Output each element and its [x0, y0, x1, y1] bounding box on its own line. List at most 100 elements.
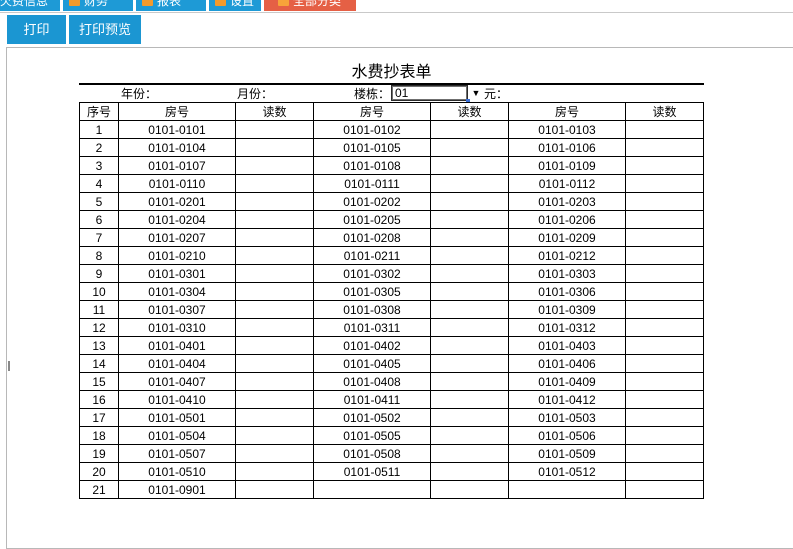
tab-settings[interactable]: 设置 [209, 0, 261, 11]
cell-room: 0101-0504 [118, 426, 236, 445]
cell-reading [625, 336, 704, 355]
cell-room: 0101-0502 [313, 408, 431, 427]
cell-room: 0101-0204 [118, 210, 236, 229]
cell-index: 19 [79, 444, 119, 463]
folder-icon [142, 0, 153, 7]
print-button[interactable]: 打印 [7, 15, 66, 44]
cell-index: 15 [79, 372, 119, 391]
cell-reading [625, 228, 704, 247]
table-row: 17 0101-0501 0101-0502 0101-0503 [79, 408, 704, 427]
cell-index: 9 [79, 264, 119, 283]
cell-reading [625, 390, 704, 409]
tab-all-categories[interactable]: 全部分类 [264, 0, 356, 11]
cell-room: 0101-0109 [508, 156, 626, 175]
cell-reading [235, 444, 314, 463]
cell-index: 10 [79, 282, 119, 301]
chevron-down-icon[interactable]: ▼ [469, 85, 483, 101]
cell-reading [235, 246, 314, 265]
month-label: 月份： [237, 87, 274, 101]
cell-reading [430, 480, 509, 499]
table-row: 16 0101-0410 0101-0411 0101-0412 [79, 390, 704, 409]
cell-room: 0101-0110 [118, 174, 236, 193]
cell-room: 0101-0103 [508, 120, 626, 139]
cell-reading [235, 138, 314, 157]
cell-room: 0101-0308 [313, 300, 431, 319]
cell-reading [235, 390, 314, 409]
cell-index: 13 [79, 336, 119, 355]
building-select-value[interactable]: 01 [391, 85, 468, 101]
cell-room: 0101-0411 [313, 390, 431, 409]
cell-room: 0101-0301 [118, 264, 236, 283]
cell-reading [430, 354, 509, 373]
tab-strip: 欠费信息 财务 报表 设置 全部分类 [0, 0, 793, 13]
cell-reading [235, 426, 314, 445]
cell-reading [625, 246, 704, 265]
tab-finance[interactable]: 财务 [63, 0, 133, 11]
cell-room: 0101-0507 [118, 444, 236, 463]
cell-room: 0101-0408 [313, 372, 431, 391]
tab-arrears-info[interactable]: 欠费信息 [0, 0, 60, 11]
cell-reading [430, 462, 509, 481]
cell-index: 16 [79, 390, 119, 409]
cell-reading [430, 192, 509, 211]
cell-reading [430, 138, 509, 157]
cell-room: 0101-0102 [313, 120, 431, 139]
tab-label: 欠费信息 [0, 0, 49, 8]
cell-index: 14 [79, 354, 119, 373]
splitter-handle[interactable] [8, 361, 10, 371]
meter-reading-table: 序号 房号 读数 房号 读数 房号 读数 1 0101-0101 0101-0102… [79, 102, 704, 499]
cell-room: 0101-0412 [508, 390, 626, 409]
yuan-label: 元： [484, 87, 509, 101]
table-row: 13 0101-0401 0101-0402 0101-0403 [79, 336, 704, 355]
cell-reading [235, 480, 314, 499]
cell-reading [235, 408, 314, 427]
cell-reading [625, 282, 704, 301]
cell-reading [625, 372, 704, 391]
cell-reading [235, 228, 314, 247]
cell-reading [430, 246, 509, 265]
cell-room: 0101-0210 [118, 246, 236, 265]
table-row: 15 0101-0407 0101-0408 0101-0409 [79, 372, 704, 391]
table-row: 9 0101-0301 0101-0302 0101-0303 [79, 264, 704, 283]
table-row: 6 0101-0204 0101-0205 0101-0206 [79, 210, 704, 229]
table-row: 4 0101-0110 0101-0111 0101-0112 [79, 174, 704, 193]
tab-label: 报表 [157, 0, 182, 8]
cell-reading [235, 318, 314, 337]
tab-reports[interactable]: 报表 [136, 0, 206, 11]
cell-room: 0101-0112 [508, 174, 626, 193]
cell-reading [235, 174, 314, 193]
table-row: 3 0101-0107 0101-0108 0101-0109 [79, 156, 704, 175]
cell-room: 0101-0304 [118, 282, 236, 301]
cell-reading [430, 336, 509, 355]
building-select[interactable]: 01 ▼ [391, 85, 484, 103]
cell-reading [430, 426, 509, 445]
cell-reading [625, 264, 704, 283]
cell-reading [625, 156, 704, 175]
table-row: 14 0101-0404 0101-0405 0101-0406 [79, 354, 704, 373]
cell-reading [625, 462, 704, 481]
tab-label: 财务 [84, 0, 109, 8]
cell-reading [625, 408, 704, 427]
cell-room: 0101-0104 [118, 138, 236, 157]
cell-index: 4 [79, 174, 119, 193]
cell-reading [430, 300, 509, 319]
cell-room: 0101-0506 [508, 426, 626, 445]
cell-room: 0101-0201 [118, 192, 236, 211]
cell-room: 0101-0405 [313, 354, 431, 373]
cell-reading [625, 480, 704, 499]
cell-room: 0101-0101 [118, 120, 236, 139]
cell-room [508, 480, 626, 499]
folder-icon [69, 0, 80, 7]
cell-room: 0101-0211 [313, 246, 431, 265]
cell-index: 6 [79, 210, 119, 229]
table-row: 2 0101-0104 0101-0105 0101-0106 [79, 138, 704, 157]
print-preview-button[interactable]: 打印预览 [69, 15, 141, 44]
cell-reading [235, 300, 314, 319]
cell-room: 0101-0510 [118, 462, 236, 481]
cell-room: 0101-0302 [313, 264, 431, 283]
cell-room: 0101-0111 [313, 174, 431, 193]
cell-reading [430, 444, 509, 463]
cell-reading [625, 174, 704, 193]
cell-room: 0101-0404 [118, 354, 236, 373]
header-reading: 读数 [235, 102, 314, 121]
